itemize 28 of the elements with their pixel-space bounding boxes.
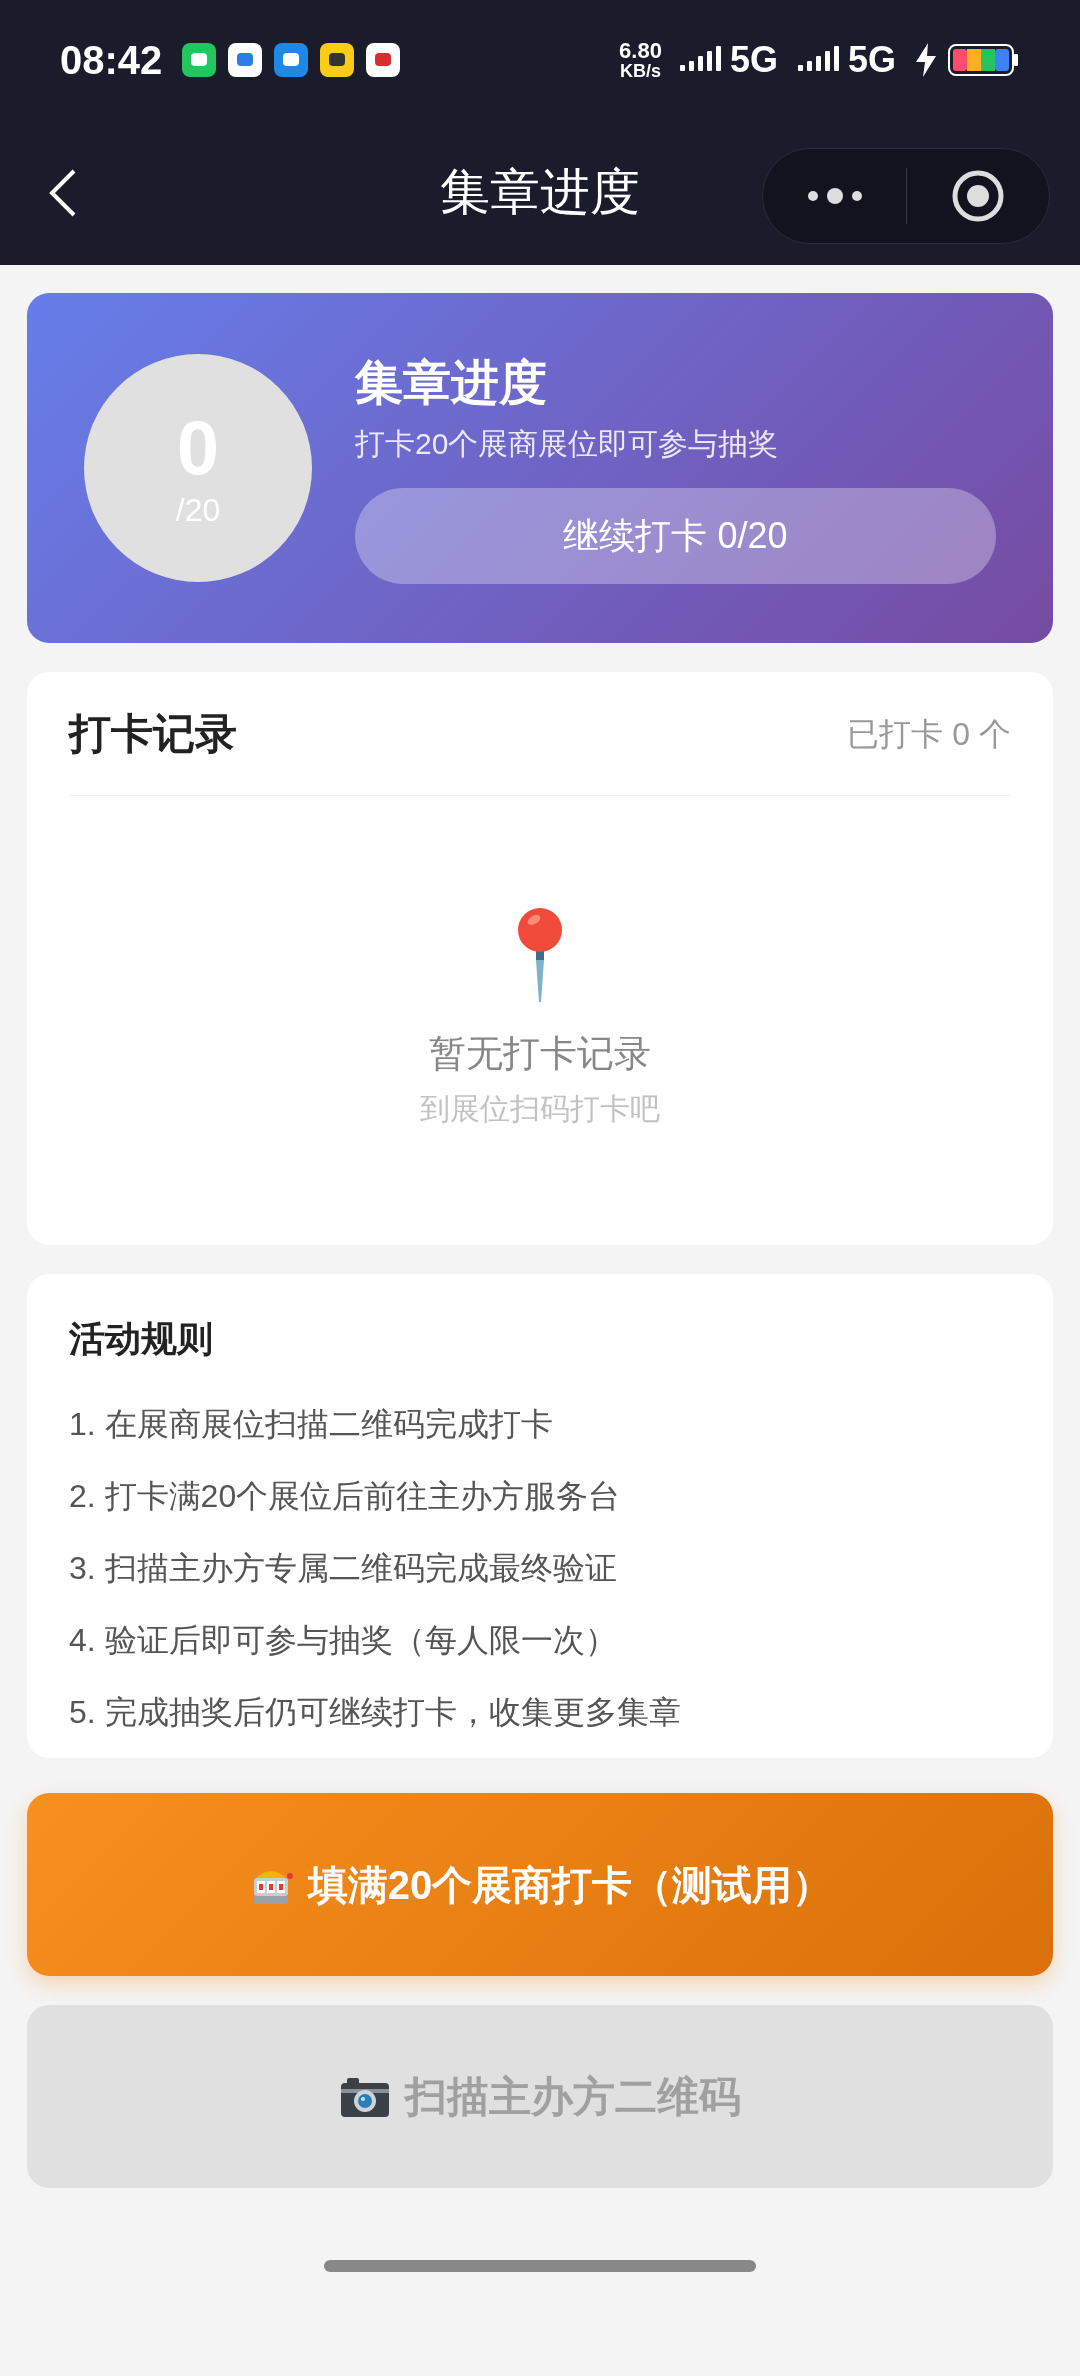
rule-item: 4. 验证后即可参与抽奖（每人限一次） — [69, 1621, 618, 1660]
battery-icon — [948, 44, 1020, 76]
fill-test-button[interactable]: 填满20个展商打卡（测试用） — [27, 1793, 1053, 1976]
network-speed: 6.80 — [619, 40, 662, 62]
empty-title: 暂无打卡记录 — [429, 1032, 651, 1076]
rule-item: 1. 在展商展位扫描二维码完成打卡 — [69, 1405, 554, 1444]
rule-item: 2. 打卡满20个展位后前往主办方服务台 — [69, 1477, 622, 1516]
pushpin-icon — [516, 908, 564, 1002]
app-notification-icon — [366, 43, 401, 77]
empty-hint: 到展位扫码打卡吧 — [420, 1090, 660, 1127]
app-notification-icon — [228, 43, 263, 77]
card-subtitle: 打卡20个展商展位即可参与抽奖 — [355, 425, 780, 462]
section-title: 活动规则 — [69, 1317, 214, 1361]
continue-button[interactable]: 继续打卡 0/20 — [355, 487, 996, 584]
app-notification-icon — [274, 43, 309, 77]
record-count: 已打卡 0 个 — [847, 714, 1011, 754]
network-speed-unit: KB/s — [620, 62, 662, 80]
close-icon — [951, 169, 1005, 223]
page-title: 集章进度 — [440, 163, 640, 222]
network-type: 5G — [847, 38, 896, 82]
rule-item: 3. 扫描主办方专属二维码完成最终验证 — [69, 1549, 618, 1588]
rule-item: 5. 完成抽奖后仍可继续打卡，收集更多集章 — [69, 1693, 682, 1732]
clock-time: 08:42 — [60, 37, 163, 84]
app-notification-icon — [320, 43, 355, 77]
section-title: 打卡记录 — [69, 709, 237, 759]
app-notification-icon — [182, 43, 217, 77]
card-title: 集章进度 — [355, 354, 548, 411]
network-type: 5G — [729, 38, 778, 82]
